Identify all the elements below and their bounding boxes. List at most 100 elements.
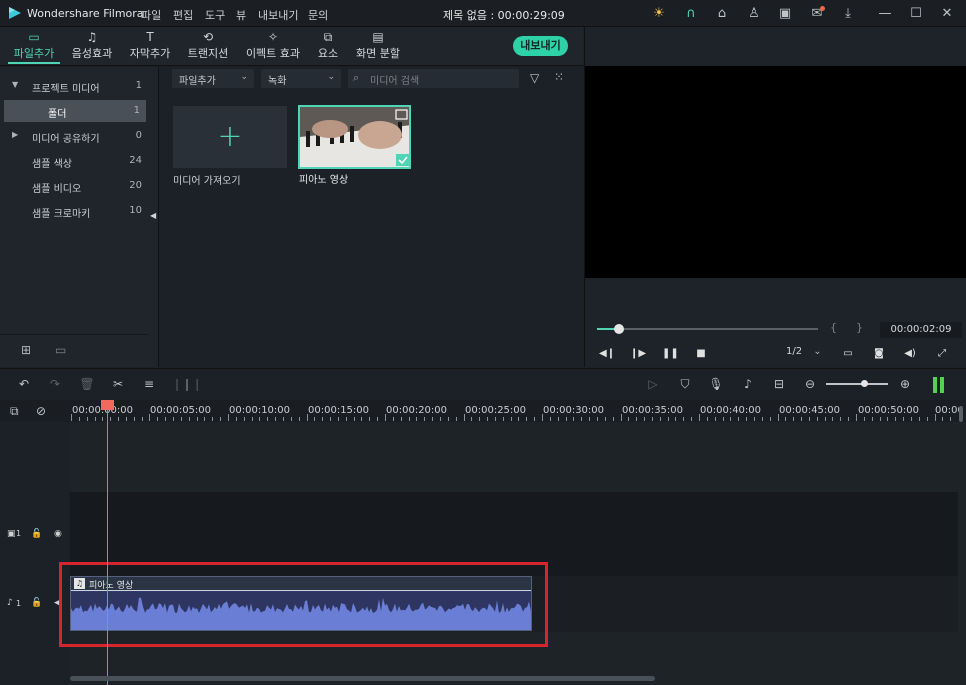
sidebar-item-sample-chroma[interactable]: 샘플 크로마키 10 xyxy=(0,200,148,222)
menu-file[interactable]: 파일 xyxy=(141,7,161,23)
timeline-zoom-handle[interactable] xyxy=(861,380,868,387)
expand-down-icon: ▼ xyxy=(12,80,19,89)
gift-icon[interactable]: ⌂ xyxy=(713,5,731,23)
tab-transitions[interactable]: ⟲ 트랜지션 xyxy=(182,30,234,64)
menu-edit[interactable]: 편집 xyxy=(173,7,193,23)
import-media-tile[interactable]: + xyxy=(173,106,287,168)
menu-view[interactable]: 뷰 xyxy=(236,7,246,23)
account-icon[interactable]: ♙ xyxy=(745,5,763,23)
timeline-horizontal-scrollbar[interactable] xyxy=(70,676,655,681)
ruler-tick xyxy=(244,417,245,421)
render-preview-icon[interactable]: ▷ xyxy=(644,376,662,392)
lightbulb-icon[interactable]: ☀ xyxy=(650,5,668,23)
audio-wave-icon[interactable]: ❘❙❘ xyxy=(172,376,202,392)
ruler-tick xyxy=(872,417,873,421)
stop-icon[interactable]: ■ xyxy=(693,347,709,361)
sidebar-item-sample-colors[interactable]: 샘플 색상 24 xyxy=(0,150,148,172)
ruler-tick xyxy=(173,417,174,421)
ruler-tick xyxy=(723,417,724,421)
preview-scrubber-handle[interactable] xyxy=(614,324,624,334)
playhead-handle[interactable] xyxy=(101,400,114,410)
collapse-panel-icon[interactable]: ◀ xyxy=(150,211,156,220)
search-icon: ⌕ xyxy=(353,71,360,84)
maximize-icon[interactable]: ☐ xyxy=(907,5,925,23)
save-icon[interactable]: ▣ xyxy=(776,5,794,23)
timeline-vertical-scrollbar[interactable] xyxy=(959,406,963,422)
media-clip-thumbnail[interactable] xyxy=(298,105,411,169)
pause-icon[interactable]: ❚❚ xyxy=(662,347,679,361)
link-icon[interactable]: ⊘ xyxy=(36,404,46,418)
menu-export[interactable]: 내보내기 xyxy=(258,7,298,23)
download-icon[interactable]: ⤓ xyxy=(839,5,857,23)
sidebar-item-sample-videos[interactable]: 샘플 비디오 20 xyxy=(0,175,148,197)
delete-icon[interactable]: 🗑 xyxy=(78,376,96,392)
redo-icon[interactable]: ↷ xyxy=(46,376,64,392)
tick-label: 00:00:20:00 xyxy=(386,405,448,416)
ruler-tick xyxy=(220,417,221,421)
ruler-tick xyxy=(832,417,833,421)
marker-shield-icon[interactable]: ⛉ xyxy=(676,376,694,392)
preview-scrubber-track[interactable] xyxy=(597,328,818,330)
adjust-icon[interactable]: ≡ xyxy=(140,376,158,392)
lock-icon[interactable]: 🔓 xyxy=(31,598,42,608)
sidebar-item-folder[interactable]: 폴더 1 xyxy=(4,100,146,122)
snapshot-camera-icon[interactable]: ◙ xyxy=(871,347,887,361)
fullscreen-icon[interactable]: ⤢ xyxy=(934,347,950,361)
minimize-icon[interactable]: — xyxy=(876,5,894,23)
preview-quality-dropdown[interactable]: 1/2 ⌄ xyxy=(786,346,828,362)
export-button[interactable]: 내보내기 xyxy=(513,36,568,56)
microphone-icon[interactable]: 🎙 xyxy=(707,376,725,392)
ruler-tick xyxy=(730,417,731,421)
plus-icon: + xyxy=(217,119,243,154)
ruler-tick xyxy=(354,417,355,421)
undo-icon[interactable]: ↶ xyxy=(15,376,33,392)
sidebar-item-count: 0 xyxy=(135,130,142,141)
headset-icon[interactable]: ∩ xyxy=(682,5,700,23)
monitor-icon[interactable]: ▭ xyxy=(840,347,856,361)
tab-elements[interactable]: ⧉ 요소 xyxy=(310,30,346,64)
ruler-tick xyxy=(79,417,80,421)
video-track-icon: ▣ xyxy=(7,529,16,539)
tick-label: 00:00:30:00 xyxy=(543,405,605,416)
tab-audio[interactable]: ♫ 음성효과 xyxy=(66,30,118,64)
eye-icon[interactable]: ◉ xyxy=(54,529,62,539)
tab-effects[interactable]: ✧ 이펙트 효과 xyxy=(240,30,306,64)
ruler-tick xyxy=(911,417,912,421)
zoom-in-icon[interactable]: ⊕ xyxy=(896,376,914,392)
new-folder-icon[interactable]: ⊞ xyxy=(21,343,31,357)
ruler-tick xyxy=(770,417,771,421)
sidebar-item-shared-media[interactable]: ▶ 미디어 공유하기 0 xyxy=(0,125,148,147)
add-track-icon[interactable]: ⧉ xyxy=(10,404,19,419)
filter-icon[interactable]: ▽ xyxy=(530,71,539,85)
mark-in-brace[interactable]: { xyxy=(830,321,837,334)
close-icon[interactable]: ✕ xyxy=(938,5,956,23)
menu-help[interactable]: 문의 xyxy=(308,7,328,23)
ruler-tick xyxy=(424,417,425,421)
sidebar-item-project-media[interactable]: ▼ 프로젝트 미디어 1 xyxy=(0,75,148,97)
chevron-down-icon: ⌄ xyxy=(240,72,248,82)
import-dropdown[interactable]: 파일추가 ⌄ xyxy=(172,69,254,88)
media-search-input[interactable]: ⌕ 미디어 검색 xyxy=(348,69,519,88)
divider xyxy=(0,334,148,335)
mark-out-brace[interactable]: } xyxy=(856,321,863,334)
lock-icon[interactable]: 🔓 xyxy=(31,529,42,539)
quality-value: 1/2 xyxy=(786,346,803,357)
search-placeholder: 미디어 검색 xyxy=(370,76,420,87)
step-back-icon[interactable]: ◀❙ xyxy=(599,347,615,361)
detach-audio-icon[interactable]: ⊟ xyxy=(770,376,788,392)
timeline-zoom-slider[interactable] xyxy=(826,383,888,385)
tab-split-screen[interactable]: ▤ 화면 분할 xyxy=(352,30,404,64)
ruler-tick xyxy=(95,417,96,421)
tab-titles[interactable]: T 자막추가 xyxy=(124,30,176,64)
record-dropdown[interactable]: 녹화 ⌄ xyxy=(261,69,341,88)
ruler-tick xyxy=(479,417,480,421)
audio-mixer-icon[interactable]: ♪ xyxy=(739,376,757,392)
folder-outline-icon[interactable]: ▭ xyxy=(55,343,66,357)
tab-media[interactable]: ▭ 파일추가 xyxy=(8,30,60,64)
cut-scissors-icon[interactable]: ✂ xyxy=(109,376,127,392)
step-forward-icon[interactable]: ❙▶ xyxy=(630,347,646,361)
menu-tools[interactable]: 도구 xyxy=(205,7,225,23)
volume-icon[interactable]: ◀) xyxy=(902,347,918,361)
zoom-out-icon[interactable]: ⊖ xyxy=(801,376,819,392)
grid-view-icon[interactable]: ⁙ xyxy=(554,70,564,84)
